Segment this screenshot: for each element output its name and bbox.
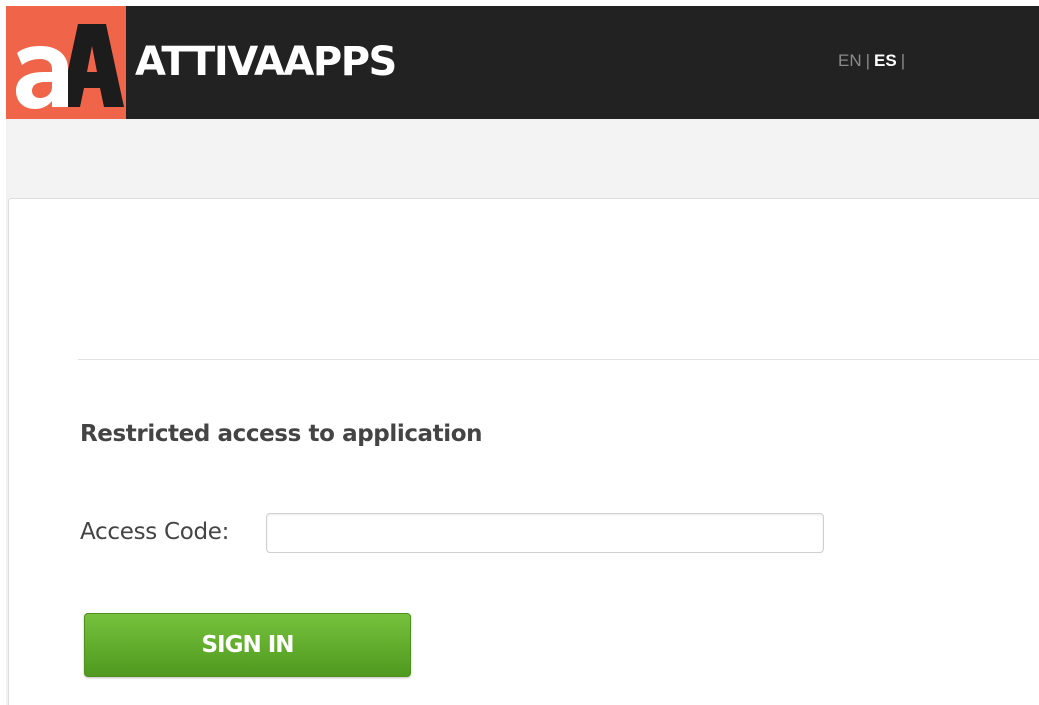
language-separator-trailing: | [900,51,906,70]
language-switcher: EN | ES | [838,50,909,72]
page-frame: ATTIVAAPPS EN | ES | Restricted access to a… [6,6,1039,705]
logo-mark-icon [6,6,126,119]
page-title: Restricted access to application [80,421,483,447]
access-code-label: Access Code: [80,519,230,545]
brand-name: ATTIVAAPPS [135,39,397,85]
language-en-link[interactable]: EN [838,50,862,72]
language-separator: | [865,51,871,70]
attivaapps-logo-icon[interactable] [6,6,126,119]
sign-in-button[interactable]: SIGN IN [84,613,411,677]
access-code-input[interactable] [266,513,824,553]
top-navigation-bar: ATTIVAAPPS EN | ES | [6,6,1039,119]
language-es-link[interactable]: ES [874,50,897,72]
section-divider [78,359,1039,360]
